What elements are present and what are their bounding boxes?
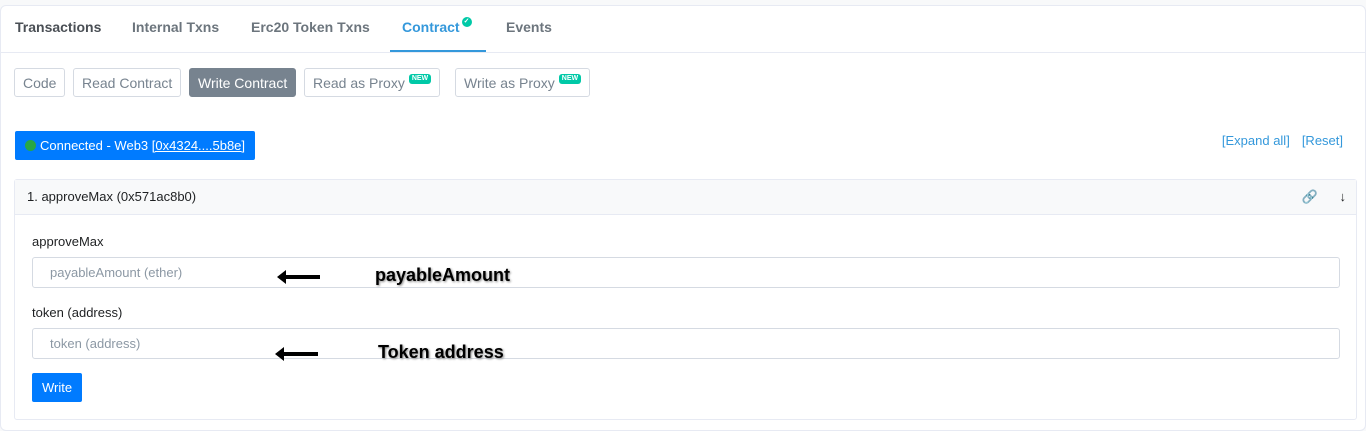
section-label: approveMax [32, 234, 104, 249]
method-header[interactable]: 1. approveMax (0x571ac8b0) 🔗 ↓ [15, 180, 1356, 215]
payable-amount-input[interactable]: payableAmount (ether) [32, 257, 1340, 288]
new-badge: NEW [558, 74, 582, 84]
tab-erc20-token-txns[interactable]: Erc20 Token Txns [251, 19, 370, 35]
read-as-proxy-button[interactable]: Read as Proxy NEW [304, 68, 441, 97]
wallet-address-link[interactable]: [0x4324....5b8e] [152, 138, 245, 153]
method-panel: 1. approveMax (0x571ac8b0) 🔗 ↓ approveMa… [14, 179, 1357, 420]
annotation-payable-amount: payableAmount [375, 265, 511, 285]
new-badge: NEW [408, 74, 432, 84]
connection-label: Connected - Web3 [40, 138, 152, 153]
verified-check-icon: ✓ [461, 17, 472, 27]
method-title: 1. approveMax (0x571ac8b0) [27, 189, 197, 204]
read-contract-button[interactable]: Read Contract [73, 68, 182, 97]
write-as-proxy-label: Write as Proxy [464, 75, 555, 91]
connected-web3-button[interactable]: Connected - Web3 [0x4324....5b8e] [15, 131, 256, 160]
expand-all-link[interactable]: [Expand all] [1222, 133, 1290, 148]
tab-contract-label: Contract [402, 19, 460, 35]
arrow-left-icon [275, 347, 318, 361]
tab-events[interactable]: Events [506, 19, 552, 35]
code-button[interactable]: Code [14, 68, 66, 97]
read-as-proxy-label: Read as Proxy [313, 75, 405, 91]
tab-transactions[interactable]: Transactions [15, 19, 101, 35]
annotation-token-address: Token address [378, 342, 504, 362]
link-icon[interactable]: 🔗 [1302, 180, 1318, 214]
write-button[interactable]: Write [32, 373, 83, 402]
write-as-proxy-button[interactable]: Write as Proxy NEW [455, 68, 591, 97]
active-tab-indicator [390, 50, 486, 52]
tab-internal-txns[interactable]: Internal Txns [132, 19, 219, 35]
tab-contract[interactable]: Contract ✓ [402, 17, 472, 35]
reset-link[interactable]: [Reset] [1302, 133, 1343, 148]
write-contract-button[interactable]: Write Contract [189, 68, 297, 97]
panel-links: [Expand all] [Reset] [1210, 133, 1343, 148]
contract-card: Transactions Internal Txns Erc20 Token T… [0, 5, 1366, 431]
token-address-input[interactable]: token (address) [32, 328, 1340, 359]
arrow-down-icon[interactable]: ↓ [1340, 180, 1347, 214]
token-label: token (address) [32, 305, 123, 320]
tab-bar: Transactions Internal Txns Erc20 Token T… [1, 6, 1365, 53]
arrow-left-icon [277, 270, 320, 284]
status-dot-icon [25, 140, 36, 151]
